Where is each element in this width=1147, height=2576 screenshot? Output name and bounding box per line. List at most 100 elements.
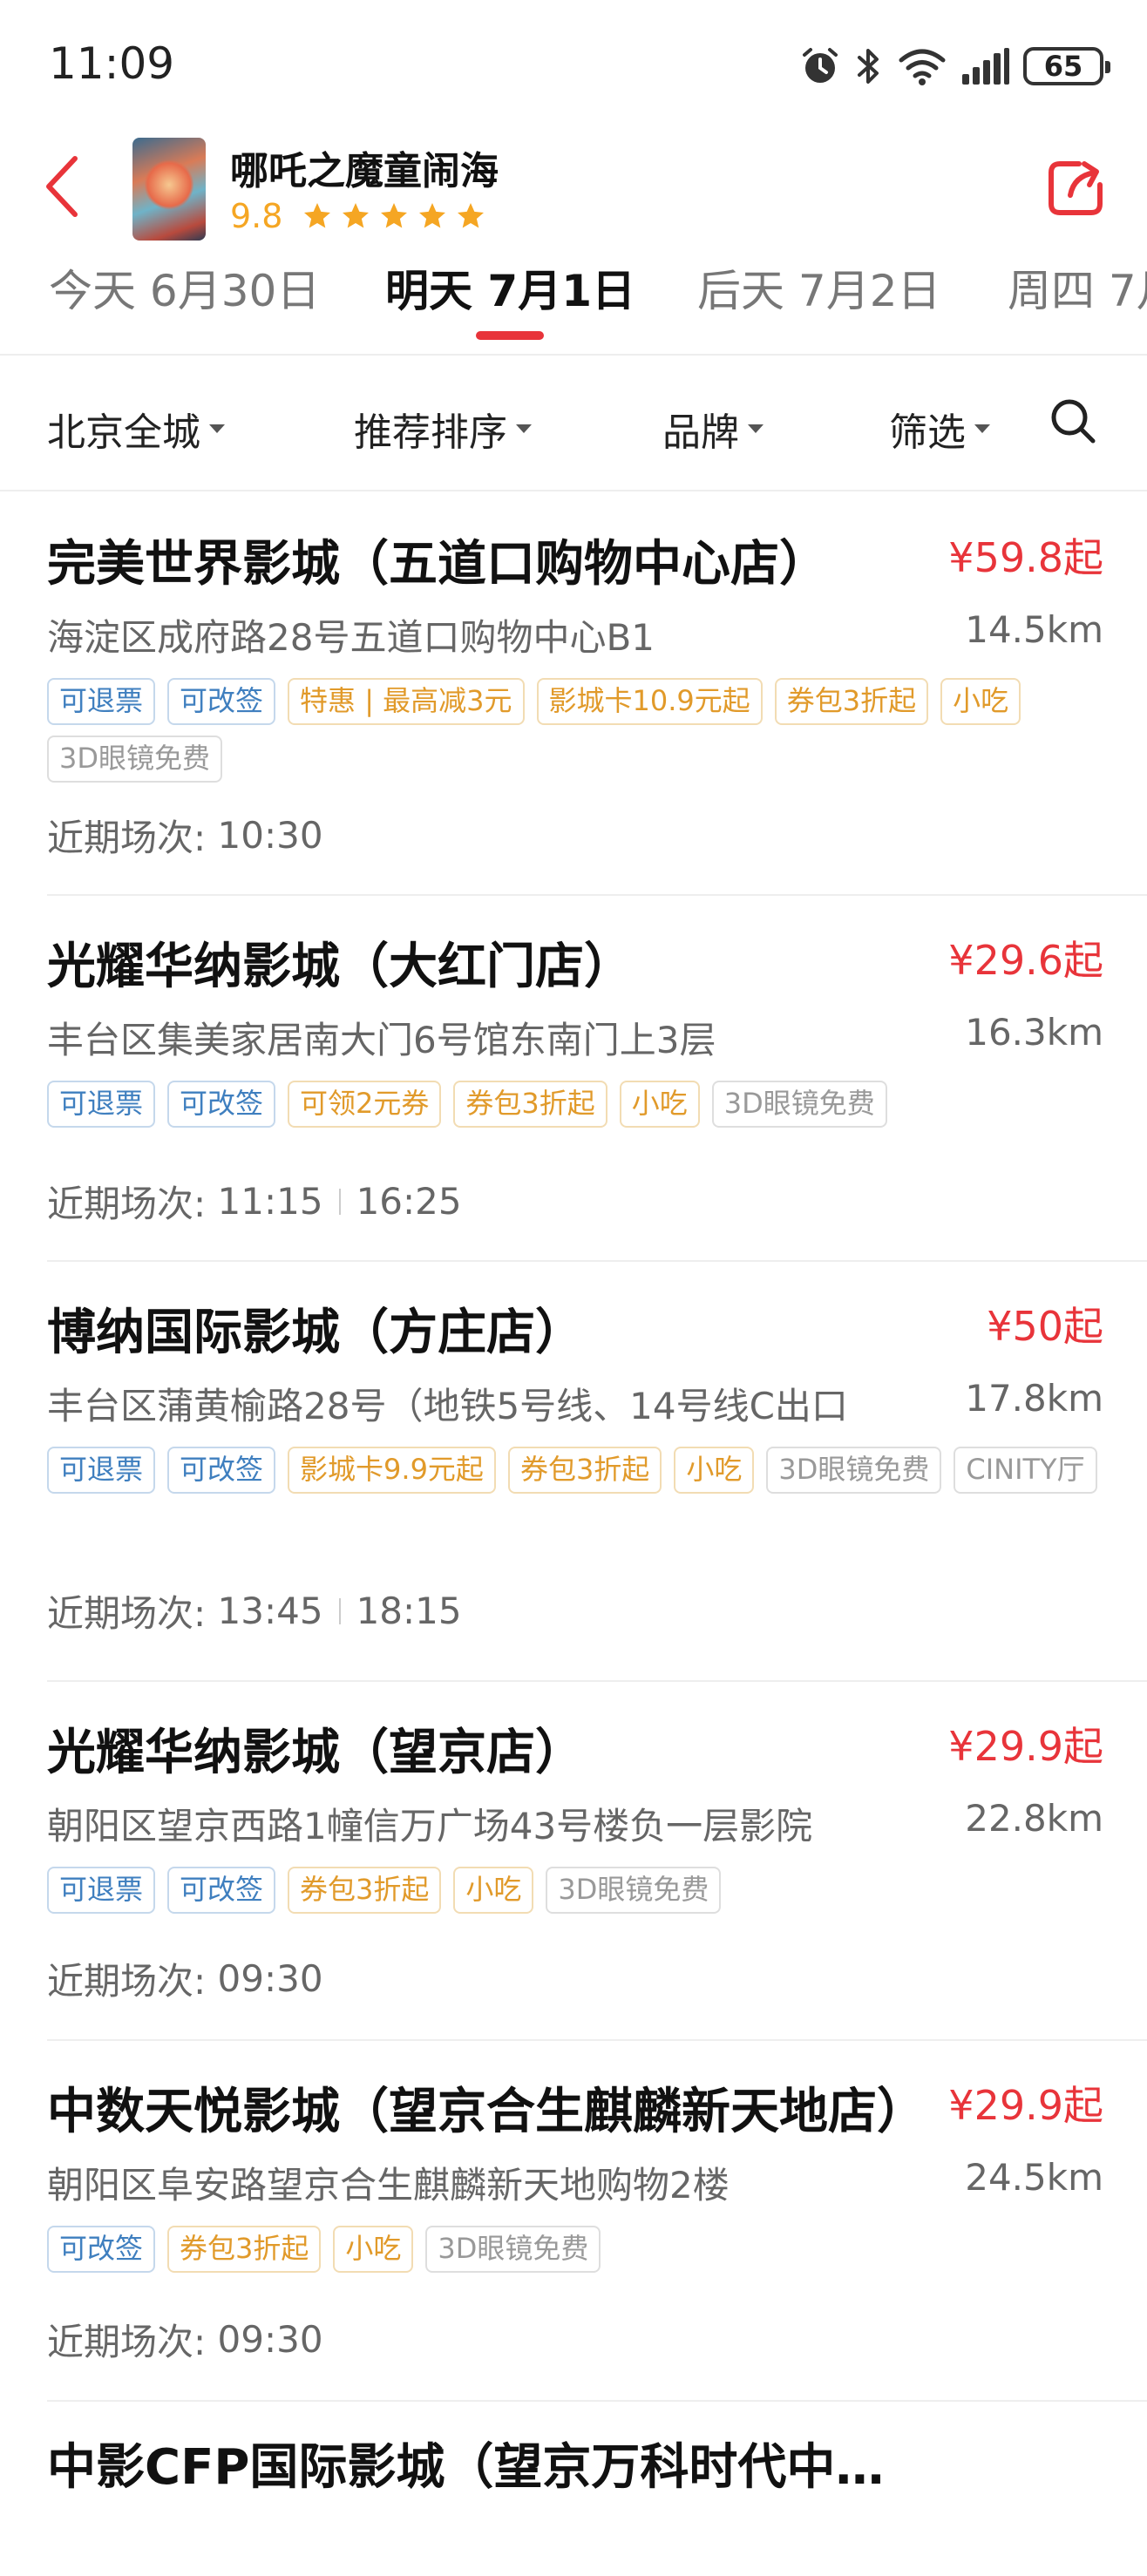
cinema-name: 中数天悦影城（望京合生麒麟新天地店）: [47, 2084, 926, 2140]
more-filter[interactable]: 筛选: [889, 401, 990, 457]
tag-coupon: 可领2元券: [288, 1081, 442, 1128]
cinema-tags: 可退票 可改签 券包3折起 小吃 3D眼镜免费: [47, 1867, 1102, 1914]
cinema-name: 博纳国际影城（方庄店）: [47, 1305, 584, 1361]
cinema-price: ¥50起: [987, 1303, 1103, 1350]
back-button[interactable]: [35, 150, 87, 223]
status-bar: 11:09 65: [0, 0, 1147, 131]
cinema-tags: 可退票 可改签 可领2元券 券包3折起 小吃 3D眼镜免费: [47, 1081, 1102, 1128]
search-icon: [1051, 399, 1096, 444]
cinema-address: 海淀区成府路28号五道口购物中心B1: [47, 616, 655, 659]
tag-snacks: 小吃: [333, 2226, 414, 2273]
tag-coupon-pack: 券包3折起: [167, 2226, 322, 2273]
star-icon: [304, 203, 331, 228]
cinema-item[interactable]: 博纳国际影城（方庄店） ¥50起 丰台区蒲黄榆路28号（地铁5号线、14号线C出…: [47, 1262, 1147, 1682]
sessions-label: 近期场次:: [47, 1960, 207, 2003]
cinema-tags: 可改签 券包3折起 小吃 3D眼镜免费: [47, 2226, 1102, 2273]
tab-date-thursday[interactable]: 周四 7月3日: [1008, 256, 1147, 319]
session-divider: [338, 1597, 341, 1624]
cinema-address: 丰台区蒲黄榆路28号（地铁5号线、14号线C出口: [47, 1385, 848, 1427]
session-time: 13:45: [217, 1590, 323, 1632]
tag-coupon-pack: 券包3折起: [507, 1447, 662, 1494]
tag-coupon-pack: 券包3折起: [774, 678, 929, 725]
tag-snacks: 小吃: [674, 1447, 755, 1494]
movie-poster[interactable]: [132, 138, 206, 241]
tag-3d-glasses: 3D眼镜免费: [711, 1081, 887, 1128]
recent-sessions: 近期场次: 10:30: [47, 809, 323, 862]
cinema-distance: 22.8km: [965, 1797, 1103, 1840]
cinema-price: ¥59.8起: [948, 534, 1103, 581]
tag-reschedulable: 可改签: [167, 1081, 276, 1128]
tag-refundable: 可退票: [47, 1081, 156, 1128]
rating-score: 9.8: [230, 197, 283, 235]
tag-snacks: 小吃: [453, 1867, 534, 1914]
bluetooth-icon: [858, 49, 879, 84]
city-filter[interactable]: 北京全城: [47, 401, 225, 457]
tag-reschedulable: 可改签: [167, 678, 276, 725]
cinema-item[interactable]: 光耀华纳影城（大红门店） ¥29.6起 丰台区集美家居南大门6号馆东南门上3层 …: [47, 896, 1147, 1262]
share-button[interactable]: [1044, 157, 1107, 220]
recent-sessions: 近期场次: 09:30: [47, 1952, 323, 2005]
cinema-distance: 17.8km: [965, 1377, 1103, 1420]
cinema-price: ¥29.9起: [948, 2082, 1103, 2129]
sessions-label: 近期场次:: [47, 1183, 207, 1225]
more-filter-label: 筛选: [889, 410, 966, 455]
sessions-label: 近期场次:: [47, 817, 207, 859]
active-tab-indicator: [476, 331, 544, 340]
tag-reschedulable: 可改签: [167, 1447, 276, 1494]
sort-filter[interactable]: 推荐排序: [354, 401, 532, 457]
tag-3d-glasses: 3D眼镜免费: [766, 1447, 942, 1494]
cinema-price: ¥29.9起: [948, 1723, 1103, 1770]
cinema-item[interactable]: 中影CFP国际影城（望京万科时代中心店）: [47, 2402, 1147, 2576]
cinema-list: 完美世界影城（五道口购物中心店） ¥59.8起 海淀区成府路28号五道口购物中心…: [0, 493, 1147, 2576]
chevron-left-icon: [46, 156, 78, 217]
session-time: 11:15: [217, 1180, 323, 1223]
alarm-icon: [803, 48, 838, 83]
cinema-address: 丰台区集美家居南大门6号馆东南门上3层: [47, 1019, 716, 1061]
caret-down-icon: [974, 424, 990, 433]
tag-cinema-card: 影城卡9.9元起: [288, 1447, 496, 1494]
cinema-item[interactable]: 中数天悦影城（望京合生麒麟新天地店） ¥29.9起 朝阳区阜安路望京合生麒麟新天…: [47, 2041, 1147, 2402]
tag-3d-glasses: 3D眼镜免费: [425, 2226, 601, 2273]
movie-title: 哪吒之魔童闹海: [230, 149, 499, 193]
cinema-name: 中影CFP国际影城（望京万科时代中心店）: [47, 2439, 927, 2496]
session-divider: [338, 1188, 341, 1215]
star-icon: [381, 203, 408, 228]
tag-discount: 特惠 | 最高减3元: [288, 678, 525, 725]
session-time: 09:30: [217, 2318, 323, 2361]
tab-date-day-after[interactable]: 后天 7月2日: [697, 256, 941, 319]
cinema-tags: 可退票 可改签 影城卡9.9元起 券包3折起 小吃 3D眼镜免费 CINITY厅: [47, 1447, 1102, 1494]
rating-row: 9.8: [230, 197, 486, 235]
tag-snacks: 小吃: [619, 1081, 700, 1128]
cinema-distance: 24.5km: [965, 2156, 1103, 2199]
cinema-item[interactable]: 光耀华纳影城（望京店） ¥29.9起 朝阳区望京西路1幢信万广场43号楼负一层影…: [47, 1682, 1147, 2041]
sessions-label: 近期场次:: [47, 1592, 207, 1635]
caret-down-icon: [516, 424, 532, 433]
cinema-name: 完美世界影城（五道口购物中心店）: [47, 536, 828, 593]
city-filter-label: 北京全城: [47, 410, 200, 455]
tag-snacks: 小吃: [940, 678, 1021, 725]
brand-filter-label: 品牌: [662, 410, 739, 455]
share-icon: [1049, 161, 1103, 215]
tag-3d-glasses: 3D眼镜免费: [546, 1867, 722, 1914]
tag-coupon-pack: 券包3折起: [288, 1867, 442, 1914]
cinema-name: 光耀华纳影城（大红门店）: [47, 939, 633, 995]
cinema-tags: 可退票 可改签 特惠 | 最高减3元 影城卡10.9元起 券包3折起 小吃 3D…: [47, 678, 1102, 783]
tag-reschedulable: 可改签: [167, 1867, 276, 1914]
session-time: 10:30: [217, 814, 323, 857]
tag-cinema-card: 影城卡10.9元起: [536, 678, 763, 725]
recent-sessions: 近期场次: 13:45 18:15: [47, 1584, 462, 1637]
brand-filter[interactable]: 品牌: [662, 401, 764, 457]
tab-date-today[interactable]: 今天 6月30日: [49, 256, 320, 319]
recent-sessions: 近期场次: 11:15 16:25: [47, 1175, 462, 1228]
star-icon: [419, 203, 446, 228]
search-button[interactable]: [1048, 396, 1098, 446]
cinema-price: ¥29.6起: [948, 937, 1103, 984]
tag-refundable: 可退票: [47, 678, 156, 725]
caret-down-icon: [209, 424, 225, 433]
tab-date-tomorrow[interactable]: 明天 7月1日: [385, 256, 635, 319]
cinema-distance: 14.5km: [965, 608, 1103, 651]
battery-icon: 65: [1023, 47, 1110, 85]
recent-sessions: 近期场次: 09:30: [47, 2313, 323, 2366]
cinema-item[interactable]: 完美世界影城（五道口购物中心店） ¥59.8起 海淀区成府路28号五道口购物中心…: [47, 493, 1147, 896]
cinema-name: 光耀华纳影城（望京店）: [47, 1725, 584, 1781]
